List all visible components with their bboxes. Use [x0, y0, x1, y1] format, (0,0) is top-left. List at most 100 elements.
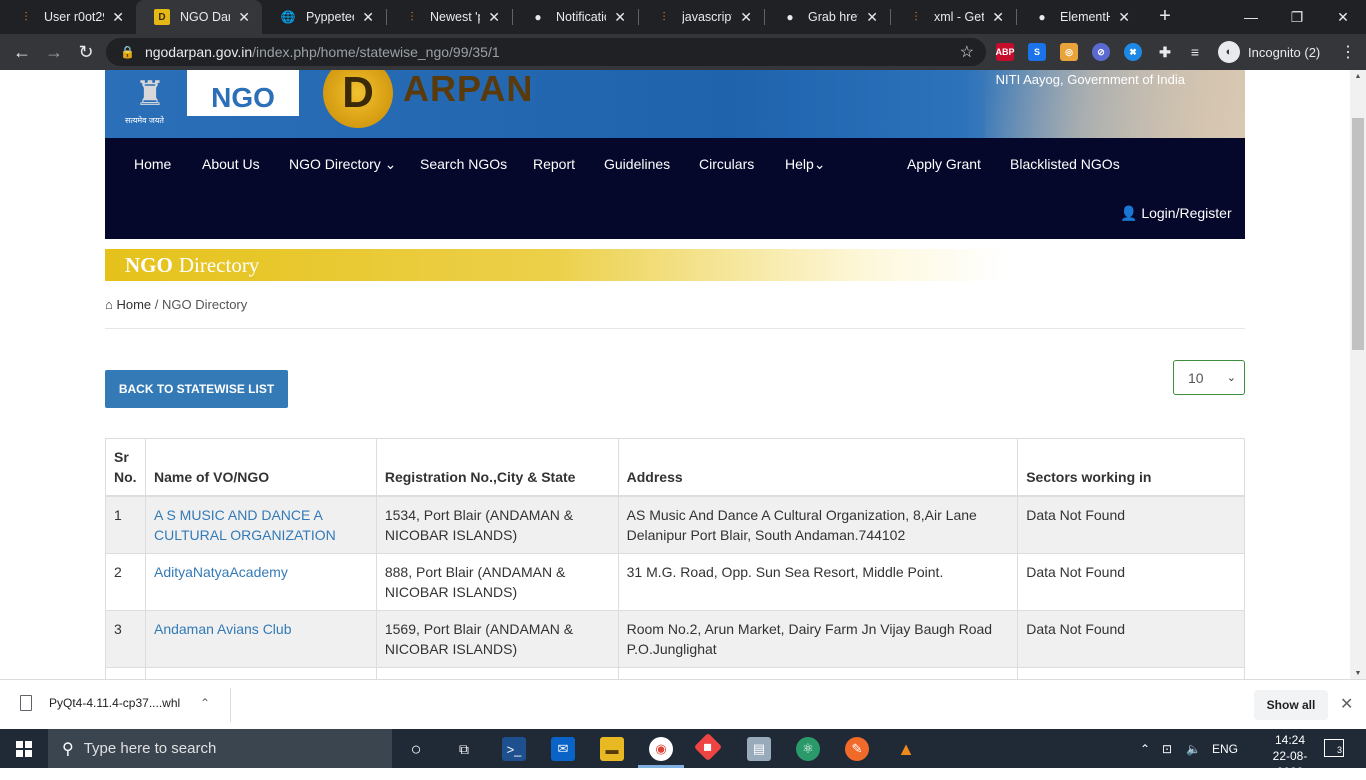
ngo-name-link[interactable]: A S MUSIC AND DANCE A CULTURAL ORGANIZAT… — [154, 507, 336, 543]
github-icon: ● — [1038, 10, 1046, 24]
maximize-button[interactable]: ❐ — [1274, 0, 1320, 34]
file-explorer-icon[interactable]: ▬ — [600, 737, 624, 761]
tab-newest-pu[interactable]: ⫶ Newest 'pu ✕ — [386, 0, 512, 34]
emblem-motto: सत्यमेव जयते — [125, 116, 164, 125]
start-button[interactable] — [0, 729, 48, 768]
download-item[interactable]: PyQt4-4.11.4-cp37....whl — [20, 695, 180, 711]
scroll-down-icon[interactable]: ▼ — [1350, 667, 1366, 679]
tab-ngo-darpan[interactable]: D NGO Darpa ✕ — [136, 0, 262, 34]
volume-icon[interactable]: 🔈 — [1186, 729, 1201, 768]
breadcrumb: ⌂ Home / NGO Directory — [105, 297, 247, 312]
forward-button[interactable]: → — [40, 38, 68, 66]
close-tab-icon[interactable]: ✕ — [362, 9, 374, 26]
nav-help[interactable]: Help⌄ — [785, 156, 826, 173]
mail-icon[interactable]: ✉ — [551, 737, 575, 761]
tab-label: Newest 'pu — [430, 10, 480, 24]
cell-name: AdityaNatyaAcademy — [144, 553, 377, 611]
vlc-icon[interactable]: ▲ — [894, 737, 918, 761]
page-scrollbar[interactable]: ▲ ▼ — [1350, 70, 1366, 679]
x-extension-icon[interactable]: ✖ — [1124, 43, 1142, 61]
owl-extension-icon[interactable]: ◎ — [1060, 43, 1078, 61]
reload-button[interactable]: ↻ — [72, 38, 100, 66]
notepad-icon[interactable]: ▤ — [747, 737, 771, 761]
puzzle-extensions-icon[interactable]: ✚ — [1156, 43, 1174, 61]
nav-apply-grant[interactable]: Apply Grant — [907, 156, 981, 172]
notification-center-icon[interactable]: 3 — [1324, 739, 1344, 757]
scroll-up-icon[interactable]: ▲ — [1350, 70, 1366, 82]
page-size-select[interactable]: 10 ⌄ — [1173, 360, 1245, 395]
tab-pyppeteer[interactable]: 🌐 Pyppeteer's ✕ — [262, 0, 386, 34]
pencil-app-icon[interactable]: ✎ — [845, 737, 869, 761]
language-indicator[interactable]: ENG — [1212, 729, 1238, 768]
tab-user-r0ot29[interactable]: ⫶ User r0ot29 ✕ — [0, 0, 136, 34]
minimize-button[interactable]: — — [1228, 0, 1274, 34]
close-tab-icon[interactable]: ✕ — [992, 9, 1004, 26]
page-title-bold: NGO — [125, 252, 173, 277]
nav-home[interactable]: Home — [134, 156, 171, 172]
taskbar-search-input[interactable]: ⚲ Type here to search — [48, 729, 392, 768]
table-row: 2 AdityaNatyaAcademy 888, Port Blair (AN… — [105, 553, 1245, 611]
nav-search-ngos[interactable]: Search NGOs — [420, 156, 507, 172]
browser-menu-icon[interactable]: ⋮ — [1340, 42, 1356, 62]
chrome-icon[interactable]: ◉ — [649, 737, 673, 761]
nav-guidelines[interactable]: Guidelines — [604, 156, 670, 172]
close-tab-icon[interactable]: ✕ — [866, 9, 878, 26]
nav-about-us[interactable]: About Us — [202, 156, 260, 172]
close-tab-icon[interactable]: ✕ — [1118, 9, 1130, 26]
ngo-name-link[interactable]: Andaman Avians Club — [154, 621, 292, 637]
powershell-icon[interactable]: >_ — [502, 737, 526, 761]
tab-xml-getting[interactable]: ⫶ xml - Gettir ✕ — [890, 0, 1016, 34]
ngo-name-link[interactable]: AdityaNatyaAcademy — [154, 564, 288, 580]
show-all-downloads-button[interactable]: Show all — [1254, 690, 1328, 720]
close-tab-icon[interactable]: ✕ — [112, 9, 124, 26]
cell-sectors: Data Not Found — [1017, 553, 1245, 611]
stackoverflow-icon: ⫶ — [914, 9, 918, 24]
close-window-button[interactable]: ✕ — [1320, 0, 1366, 34]
page-size-value: 10 — [1188, 369, 1204, 386]
address-bar[interactable]: 🔒 ngodarpan.gov.in/index.php/home/statew… — [106, 38, 986, 66]
header-sr-no: Sr No. — [105, 438, 146, 497]
nav-ngo-directory[interactable]: NGO Directory ⌄ — [289, 156, 396, 173]
close-tab-icon[interactable]: ✕ — [614, 9, 626, 26]
tab-elementhandle[interactable]: ● ElementHar ✕ — [1016, 0, 1142, 34]
back-to-statewise-list-button[interactable]: BACK TO STATEWISE LIST — [105, 370, 288, 408]
back-button[interactable]: ← — [8, 38, 36, 66]
taskbar-clock[interactable]: 14:24 22-08-2020 — [1262, 732, 1318, 780]
tab-javascript[interactable]: ⫶ javascript - ✕ — [638, 0, 764, 34]
close-tab-icon[interactable]: ✕ — [488, 9, 500, 26]
tab-label: User r0ot29 — [44, 10, 105, 24]
page-viewport: ♜ सत्यमेव जयते NGO D ARPAN NITI Aayog, G… — [0, 70, 1350, 679]
show-hidden-icons[interactable]: ⌃ — [1140, 729, 1150, 768]
tab-notification[interactable]: ● Notification ✕ — [512, 0, 638, 34]
close-tab-icon[interactable]: ✕ — [238, 9, 250, 26]
tab-grab-href[interactable]: ● Grab href v ✕ — [764, 0, 890, 34]
block-extension-icon[interactable]: ⊘ — [1092, 43, 1110, 61]
network-icon[interactable]: ⊡ — [1162, 729, 1172, 768]
nav-report[interactable]: Report — [533, 156, 575, 172]
cortana-icon[interactable]: ○ — [404, 737, 428, 761]
nav-circulars[interactable]: Circulars — [699, 156, 754, 172]
darpan-d-logo[interactable]: D — [323, 70, 393, 128]
task-view-icon[interactable]: ⧉ — [452, 737, 476, 761]
browser-toolbar: ← → ↻ 🔒 ngodarpan.gov.in/index.php/home/… — [0, 34, 1366, 70]
ngo-table: Sr No. Name of VO/NGO Registration No.,C… — [105, 438, 1245, 679]
incognito-indicator[interactable]: ◐ Incognito (2) — [1218, 39, 1320, 65]
clock-date: 22-08-2020 — [1272, 749, 1308, 779]
scroll-thumb[interactable] — [1352, 118, 1364, 350]
ngo-logo[interactable]: NGO — [187, 70, 299, 116]
breadcrumb-home-link[interactable]: Home — [116, 297, 151, 312]
close-tab-icon[interactable]: ✕ — [740, 9, 752, 26]
git-icon[interactable]: ◆ — [693, 732, 723, 762]
login-register-link[interactable]: 👤 Login/Register — [1120, 205, 1232, 222]
close-download-bar-icon[interactable]: ✕ — [1340, 694, 1353, 714]
adblock-plus-icon[interactable]: ABP — [996, 43, 1015, 61]
bookmark-star-icon[interactable]: ☆ — [960, 42, 974, 62]
nav-blacklisted-ngos[interactable]: Blacklisted NGOs — [1010, 156, 1120, 172]
media-queue-icon[interactable]: ≡ — [1186, 43, 1204, 61]
new-tab-button[interactable]: + — [1153, 4, 1177, 28]
atom-icon[interactable]: ⚛ — [796, 737, 820, 761]
header-name: Name of VO/NGO — [144, 438, 377, 497]
chevron-up-icon[interactable]: ⌃ — [200, 696, 210, 710]
s-extension-icon[interactable]: S — [1028, 43, 1046, 61]
table-row: 3 Andaman Avians Club 1569, Port Blair (… — [105, 610, 1245, 668]
